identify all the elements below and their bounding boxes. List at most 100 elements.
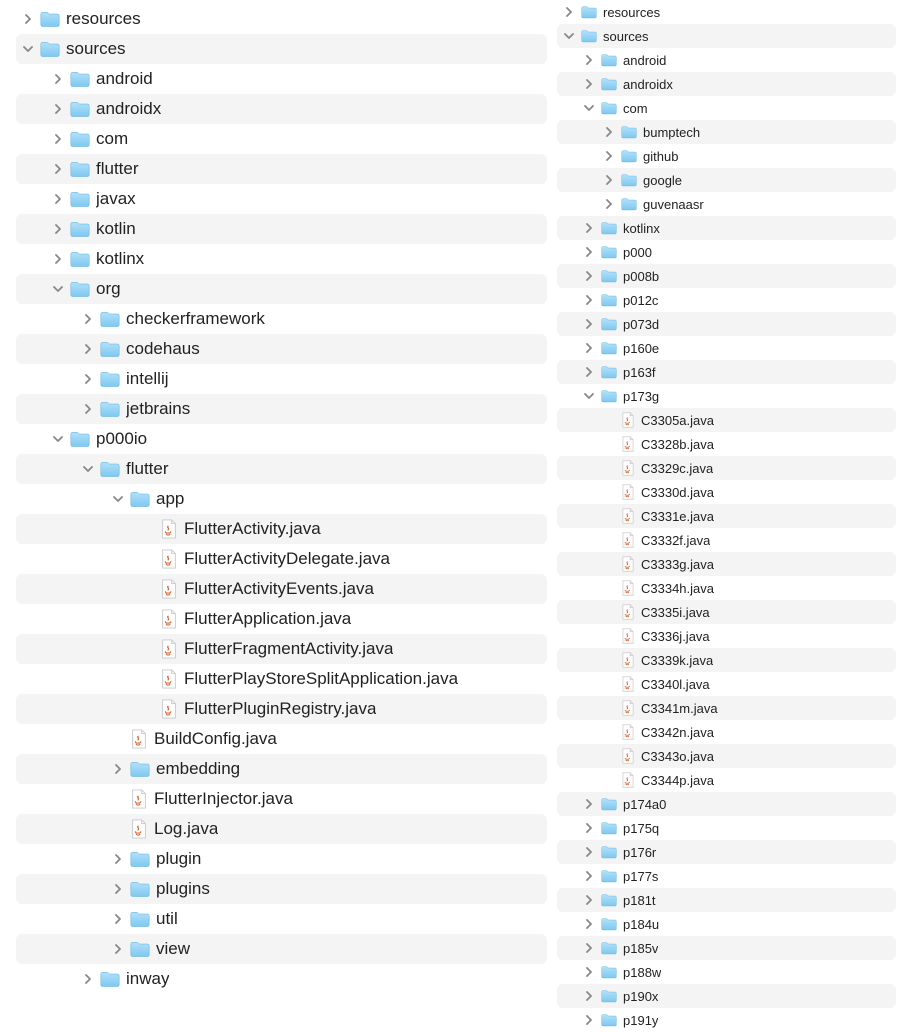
tree-row[interactable]: C3305a.java <box>557 408 896 432</box>
tree-row[interactable]: flutter <box>16 154 547 184</box>
tree-row[interactable]: p174a0 <box>557 792 896 816</box>
chevron-right-icon[interactable] <box>583 870 595 882</box>
chevron-right-icon[interactable] <box>583 918 595 930</box>
tree-row[interactable]: FlutterFragmentActivity.java <box>16 634 547 664</box>
tree-row[interactable]: p175q <box>557 816 896 840</box>
tree-row[interactable]: plugin <box>16 844 547 874</box>
tree-row[interactable]: android <box>16 64 547 94</box>
tree-row[interactable]: C3342n.java <box>557 720 896 744</box>
tree-row[interactable]: p000 <box>557 240 896 264</box>
tree-row[interactable]: github <box>557 144 896 168</box>
tree-row[interactable]: C3341m.java <box>557 696 896 720</box>
tree-row[interactable]: p073d <box>557 312 896 336</box>
chevron-right-icon[interactable] <box>112 943 124 955</box>
chevron-right-icon[interactable] <box>583 894 595 906</box>
chevron-right-icon[interactable] <box>112 913 124 925</box>
chevron-down-icon[interactable] <box>583 102 595 114</box>
tree-row[interactable]: codehaus <box>16 334 547 364</box>
chevron-right-icon[interactable] <box>583 1014 595 1026</box>
tree-row[interactable]: view <box>16 934 547 964</box>
tree-row[interactable]: p008b <box>557 264 896 288</box>
tree-row[interactable]: FlutterPlayStoreSplitApplication.java <box>16 664 547 694</box>
tree-row[interactable]: C3335i.java <box>557 600 896 624</box>
tree-row[interactable]: resources <box>16 4 547 34</box>
tree-row[interactable]: intellij <box>16 364 547 394</box>
tree-row[interactable]: FlutterActivity.java <box>16 514 547 544</box>
tree-row[interactable]: C3339k.java <box>557 648 896 672</box>
tree-row[interactable]: android <box>557 48 896 72</box>
tree-row[interactable]: flutter <box>16 454 547 484</box>
tree-row[interactable]: p012c <box>557 288 896 312</box>
tree-row[interactable]: C3332f.java <box>557 528 896 552</box>
tree-row[interactable]: C3336j.java <box>557 624 896 648</box>
chevron-right-icon[interactable] <box>82 373 94 385</box>
chevron-down-icon[interactable] <box>52 283 64 295</box>
chevron-right-icon[interactable] <box>583 342 595 354</box>
tree-row[interactable]: embedding <box>16 754 547 784</box>
tree-row[interactable]: BuildConfig.java <box>16 724 547 754</box>
tree-row[interactable]: org <box>16 274 547 304</box>
tree-row[interactable]: util <box>16 904 547 934</box>
tree-row[interactable]: C3343o.java <box>557 744 896 768</box>
chevron-right-icon[interactable] <box>583 54 595 66</box>
chevron-right-icon[interactable] <box>603 126 615 138</box>
tree-row[interactable]: resources <box>557 0 896 24</box>
tree-row[interactable]: checkerframework <box>16 304 547 334</box>
chevron-down-icon[interactable] <box>82 463 94 475</box>
tree-row[interactable]: FlutterPluginRegistry.java <box>16 694 547 724</box>
chevron-right-icon[interactable] <box>603 174 615 186</box>
chevron-right-icon[interactable] <box>112 853 124 865</box>
chevron-right-icon[interactable] <box>82 973 94 985</box>
chevron-right-icon[interactable] <box>583 798 595 810</box>
chevron-right-icon[interactable] <box>82 313 94 325</box>
tree-row[interactable]: androidx <box>16 94 547 124</box>
chevron-right-icon[interactable] <box>52 223 64 235</box>
tree-row[interactable]: javax <box>16 184 547 214</box>
tree-row[interactable]: p185v <box>557 936 896 960</box>
tree-row[interactable]: p177s <box>557 864 896 888</box>
tree-row[interactable]: p176r <box>557 840 896 864</box>
chevron-right-icon[interactable] <box>583 846 595 858</box>
tree-row[interactable]: C3331e.java <box>557 504 896 528</box>
tree-row[interactable]: C3334h.java <box>557 576 896 600</box>
tree-row[interactable]: p163f <box>557 360 896 384</box>
tree-row[interactable]: inway <box>16 964 547 994</box>
tree-row[interactable]: app <box>16 484 547 514</box>
tree-row[interactable]: FlutterInjector.java <box>16 784 547 814</box>
chevron-right-icon[interactable] <box>583 318 595 330</box>
chevron-down-icon[interactable] <box>563 30 575 42</box>
chevron-right-icon[interactable] <box>82 343 94 355</box>
chevron-right-icon[interactable] <box>52 133 64 145</box>
tree-row[interactable]: p184u <box>557 912 896 936</box>
chevron-right-icon[interactable] <box>563 6 575 18</box>
chevron-right-icon[interactable] <box>112 883 124 895</box>
tree-row[interactable]: p191y <box>557 1008 896 1032</box>
tree-row[interactable]: p190x <box>557 984 896 1008</box>
tree-row[interactable]: p173g <box>557 384 896 408</box>
chevron-down-icon[interactable] <box>112 493 124 505</box>
tree-row[interactable]: p160e <box>557 336 896 360</box>
chevron-right-icon[interactable] <box>52 163 64 175</box>
chevron-right-icon[interactable] <box>583 366 595 378</box>
tree-row[interactable]: C3340l.java <box>557 672 896 696</box>
chevron-right-icon[interactable] <box>112 763 124 775</box>
chevron-right-icon[interactable] <box>52 193 64 205</box>
chevron-right-icon[interactable] <box>583 246 595 258</box>
tree-row[interactable]: C3330d.java <box>557 480 896 504</box>
tree-row[interactable]: kotlinx <box>16 244 547 274</box>
tree-row[interactable]: C3329c.java <box>557 456 896 480</box>
chevron-right-icon[interactable] <box>583 222 595 234</box>
chevron-right-icon[interactable] <box>583 822 595 834</box>
chevron-right-icon[interactable] <box>583 78 595 90</box>
chevron-down-icon[interactable] <box>583 390 595 402</box>
chevron-right-icon[interactable] <box>52 73 64 85</box>
chevron-right-icon[interactable] <box>583 966 595 978</box>
tree-row[interactable]: FlutterActivityEvents.java <box>16 574 547 604</box>
tree-row[interactable]: guvenaasr <box>557 192 896 216</box>
chevron-right-icon[interactable] <box>52 253 64 265</box>
tree-row[interactable]: C3328b.java <box>557 432 896 456</box>
tree-row[interactable]: bumptech <box>557 120 896 144</box>
chevron-down-icon[interactable] <box>52 433 64 445</box>
chevron-right-icon[interactable] <box>583 990 595 1002</box>
tree-row[interactable]: FlutterActivityDelegate.java <box>16 544 547 574</box>
